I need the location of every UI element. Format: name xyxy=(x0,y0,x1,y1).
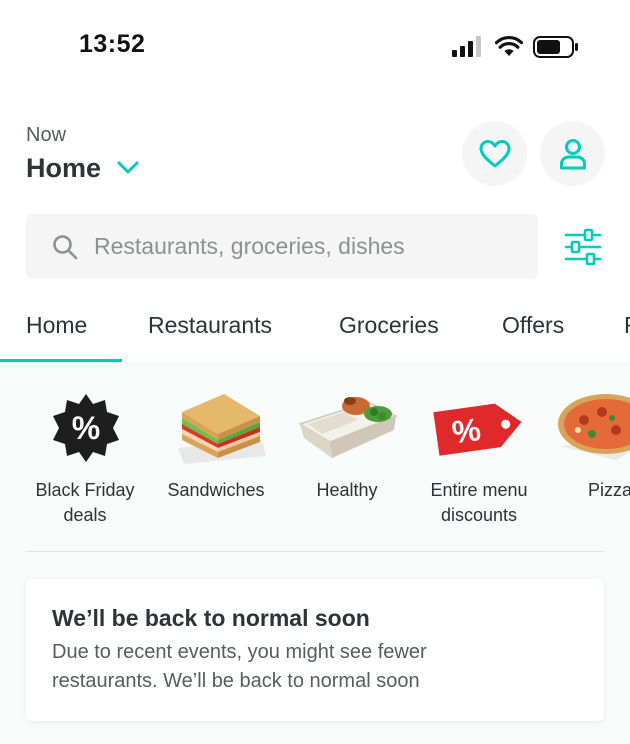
notice-card: We’ll be back to normal soon Due to rece… xyxy=(26,579,604,721)
percent-badge-icon: % xyxy=(53,394,119,462)
category-label-line2: deals xyxy=(63,505,107,525)
pizza-image xyxy=(558,394,630,460)
search-placeholder: Restaurants, groceries, dishes xyxy=(94,233,405,259)
battery-icon xyxy=(533,36,578,58)
tab-offers[interactable]: Offers xyxy=(502,312,564,339)
status-time: 13:52 xyxy=(79,30,146,58)
location-selector[interactable]: Home xyxy=(26,150,139,186)
chevron-down-icon xyxy=(117,161,139,174)
category-label-line1: Pizza xyxy=(588,480,630,500)
category-label-line2: discounts xyxy=(440,505,518,525)
category-label: Pizza xyxy=(588,478,630,503)
tab-bar: Home Restaurants Groceries Offers F xyxy=(0,298,630,362)
wifi-icon xyxy=(495,35,523,56)
notice-body: Due to recent events, you might see fewe… xyxy=(52,641,427,692)
search-icon xyxy=(53,234,78,259)
search-input[interactable]: Restaurants, groceries, dishes xyxy=(26,214,538,279)
cellular-signal-icon xyxy=(452,36,481,57)
category-label: Black Friday deals xyxy=(26,478,144,528)
account-button[interactable] xyxy=(540,121,605,186)
section-divider xyxy=(26,551,604,552)
svg-text:%: % xyxy=(450,411,483,451)
location-name: Home xyxy=(26,152,102,183)
category-label: Sandwiches xyxy=(160,478,272,503)
category-label: Entire menu discounts xyxy=(418,478,540,528)
category-label-line1: Black Friday xyxy=(35,480,135,500)
favourites-button[interactable] xyxy=(462,121,527,186)
healthy-bowl-image xyxy=(298,397,398,458)
main-content: % Black Friday deals Sandwiches Healthy … xyxy=(0,362,630,744)
notice-title: We’ll be back to normal soon xyxy=(52,605,370,631)
svg-text:%: % xyxy=(72,410,100,446)
filter-sliders-icon[interactable] xyxy=(563,228,603,266)
heart-icon xyxy=(479,139,510,167)
percent-tag-icon: % xyxy=(433,403,522,456)
tab-groceries[interactable]: Groceries xyxy=(339,312,439,339)
tab-restaurants[interactable]: Restaurants xyxy=(148,312,272,339)
category-pizza[interactable] xyxy=(556,386,630,476)
category-label-line1: Entire menu xyxy=(430,480,528,500)
user-icon xyxy=(559,138,586,169)
tab-partial[interactable]: F xyxy=(624,312,630,339)
category-label: Healthy xyxy=(292,478,402,503)
status-bar: 13:52 xyxy=(0,0,630,90)
category-label-line1: Healthy xyxy=(316,480,378,500)
category-label-line1: Sandwiches xyxy=(167,480,265,500)
tab-home[interactable]: Home xyxy=(26,312,87,339)
sandwich-image xyxy=(178,394,266,464)
delivery-time-label: Now xyxy=(26,124,67,146)
